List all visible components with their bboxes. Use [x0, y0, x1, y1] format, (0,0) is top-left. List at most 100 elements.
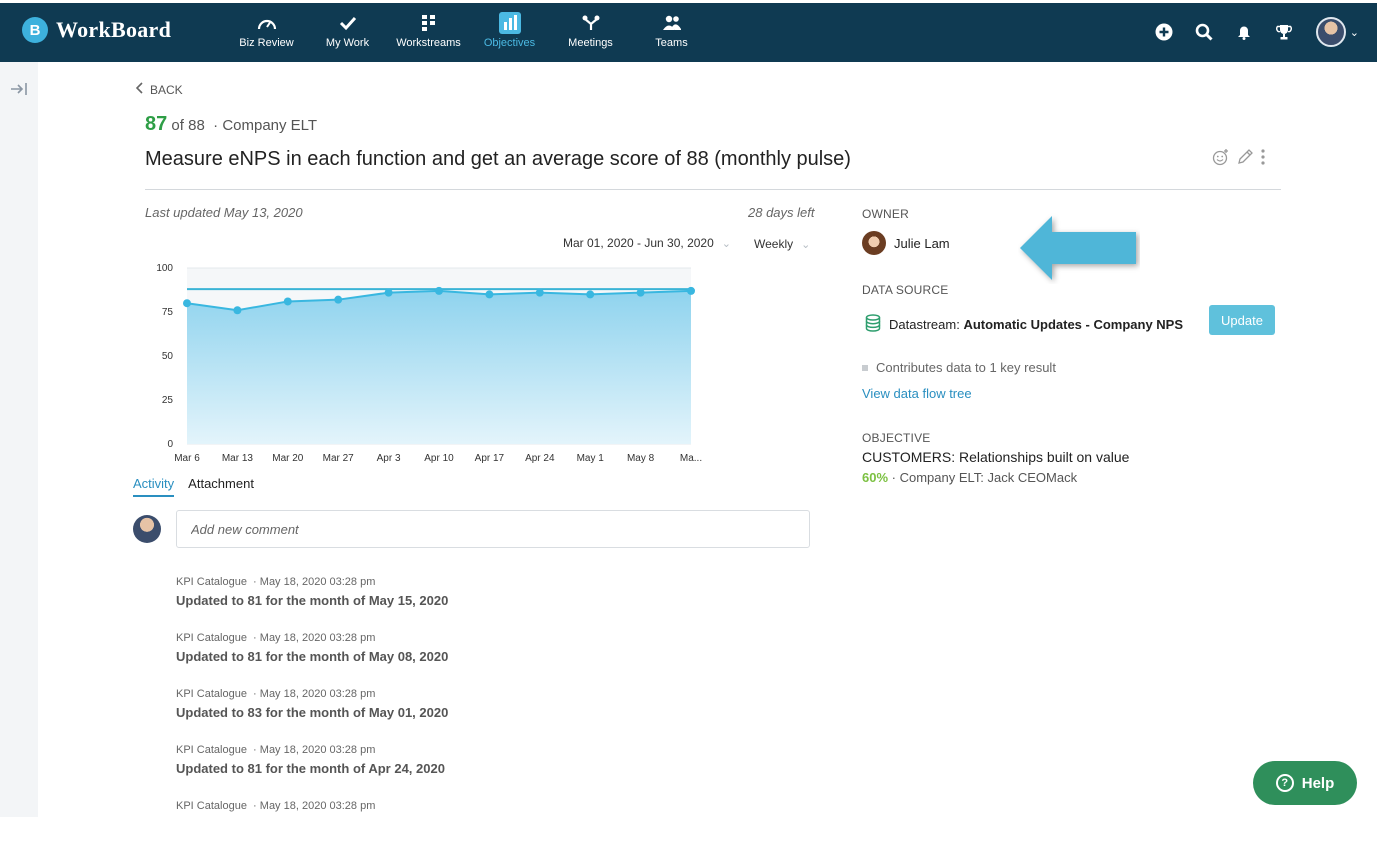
add-icon[interactable] [1144, 17, 1184, 47]
chart-data-point[interactable] [183, 299, 191, 308]
chart-x-tick-label: Mar 20 [272, 453, 304, 464]
list-item: KPI Catalogue · May 18, 2020 03:28 pm [176, 800, 816, 856]
title-actions [1212, 148, 1266, 171]
objective-percent: 60% [862, 470, 889, 485]
chart-data-point[interactable] [687, 286, 695, 295]
activity-source: KPI Catalogue [176, 688, 247, 700]
activity-source: KPI Catalogue [176, 632, 247, 644]
activity-meta: KPI Catalogue · May 18, 2020 03:28 pm [176, 688, 376, 700]
nav-label: Workstreams [396, 37, 461, 49]
chart-x-tick-label: Mar 13 [222, 453, 254, 464]
datastream-row[interactable]: Datastream: Automatic Updates - Company … [865, 314, 1183, 335]
more-options-icon[interactable] [1260, 148, 1266, 171]
nav-my-work[interactable]: My Work [307, 12, 388, 56]
chart-x-tick-label: Mar 6 [174, 453, 200, 464]
help-button[interactable]: ? Help [1253, 761, 1357, 805]
chart-x-tick-label: Mar 27 [323, 453, 355, 464]
chart-x-tick-label: Apr 17 [475, 453, 505, 464]
nav-label: Teams [655, 37, 688, 49]
bar-chart-icon [498, 12, 521, 34]
owner-label: OWNER [862, 207, 909, 221]
objective-subline: 60% · Company ELT: Jack CEOMack [862, 470, 1077, 485]
expand-sidebar-icon[interactable] [10, 82, 28, 99]
tab-attachment[interactable]: Attachment [188, 476, 254, 497]
frequency-dropdown[interactable]: Weekly ⌄ [754, 237, 810, 251]
chevron-left-icon [135, 82, 144, 97]
header-divider [145, 189, 1281, 190]
comment-input[interactable] [176, 510, 810, 548]
bullet-square-icon [862, 364, 868, 371]
objective-title-link[interactable]: CUSTOMERS: Relationships built on value [862, 449, 1129, 465]
chart-data-point[interactable] [535, 288, 544, 297]
left-rail [0, 62, 38, 817]
avatar [862, 231, 886, 255]
activity-source: KPI Catalogue [176, 576, 247, 588]
top-actions: ⌄ [1144, 17, 1377, 47]
datastream-text: Datastream: Automatic Updates - Company … [889, 317, 1183, 332]
teams-icon [662, 12, 682, 34]
chart-x-tick-label: Ma... [680, 453, 702, 464]
activity-text: Updated to 81 for the month of Apr 24, 2… [176, 761, 445, 776]
objective-owner: Company ELT: Jack CEOMack [899, 470, 1078, 485]
list-item: KPI Catalogue · May 18, 2020 03:28 pm Up… [176, 576, 816, 632]
activity-time: May 18, 2020 03:28 pm [259, 800, 376, 812]
chart-data-point[interactable] [334, 295, 343, 304]
frequency-value: Weekly [754, 237, 794, 251]
owner-name: Julie Lam [894, 235, 950, 251]
brand[interactable]: B WorkBoard [22, 17, 171, 43]
search-icon[interactable] [1184, 17, 1224, 47]
activity-time: May 18, 2020 03:28 pm [259, 632, 376, 644]
chart-data-point[interactable] [283, 297, 292, 306]
update-button[interactable]: Update [1209, 305, 1275, 335]
callout-arrow-icon [1020, 216, 1136, 280]
back-link[interactable]: BACK [135, 82, 183, 97]
chart-x-tick-label: Apr 24 [525, 453, 555, 464]
nav-workstreams[interactable]: Workstreams [388, 12, 469, 56]
activity-meta: KPI Catalogue · May 18, 2020 03:28 pm [176, 800, 376, 812]
nav-label: Biz Review [239, 37, 294, 49]
meetings-icon [582, 12, 600, 34]
add-reaction-icon[interactable] [1212, 148, 1230, 171]
score-current: 87 [145, 113, 168, 135]
trophy-icon[interactable] [1264, 17, 1304, 47]
nav-label: Meetings [568, 37, 613, 49]
activity-time: May 18, 2020 03:28 pm [259, 744, 376, 756]
tab-activity[interactable]: Activity [133, 476, 175, 497]
chart-data-point[interactable] [485, 290, 494, 299]
owner-row[interactable]: Julie Lam [862, 231, 950, 255]
nav-objectives[interactable]: Objectives [469, 12, 550, 56]
nav-meetings[interactable]: Meetings [550, 12, 631, 56]
nav-biz-review[interactable]: Biz Review [226, 12, 307, 56]
chevron-down-icon: ⌄ [721, 237, 731, 250]
chart-y-tick-label: 25 [162, 395, 174, 406]
chart-data-point[interactable] [233, 306, 242, 315]
user-menu[interactable]: ⌄ [1315, 17, 1377, 47]
objective-label: OBJECTIVE [862, 431, 931, 445]
chart-x-tick-label: Apr 10 [424, 453, 454, 464]
chevron-down-icon: ⌄ [1349, 26, 1359, 39]
activity-text: Updated to 81 for the month of May 08, 2… [176, 649, 449, 664]
chart-data-point[interactable] [636, 288, 645, 297]
nav-teams[interactable]: Teams [631, 12, 712, 56]
days-left: 28 days left [748, 205, 815, 220]
chart-data-point[interactable] [435, 286, 443, 295]
contributes-text: Contributes data to 1 key result [876, 360, 1056, 375]
chart-data-point[interactable] [384, 288, 393, 297]
trend-chart: 0 25 50 75 100 Mar 6 Mar 13 Mar 20 Mar 27 Apr 3 A… [156, 263, 702, 464]
edit-pencil-icon[interactable] [1236, 148, 1254, 171]
bell-icon[interactable] [1224, 17, 1264, 47]
last-updated: Last updated May 13, 2020 [145, 205, 303, 220]
date-range-value: Mar 01, 2020 - Jun 30, 2020 [563, 236, 714, 250]
chart-data-point[interactable] [586, 290, 595, 299]
chart-x-tick-label: May 1 [577, 453, 605, 464]
view-data-flow-link[interactable]: View data flow tree [862, 386, 972, 401]
date-range-dropdown[interactable]: Mar 01, 2020 - Jun 30, 2020 ⌄ [563, 236, 731, 250]
activity-time: May 18, 2020 03:28 pm [259, 576, 376, 588]
score-team: Company ELT [222, 117, 318, 134]
workboard-logo-icon: B [22, 17, 48, 43]
datastream-name: Automatic Updates - Company NPS [963, 317, 1184, 332]
activity-time: May 18, 2020 03:28 pm [259, 688, 376, 700]
activity-text: Updated to 83 for the month of May 01, 2… [176, 705, 449, 720]
contributes-note: Contributes data to 1 key result [862, 360, 1056, 375]
gauge-icon [257, 12, 277, 34]
